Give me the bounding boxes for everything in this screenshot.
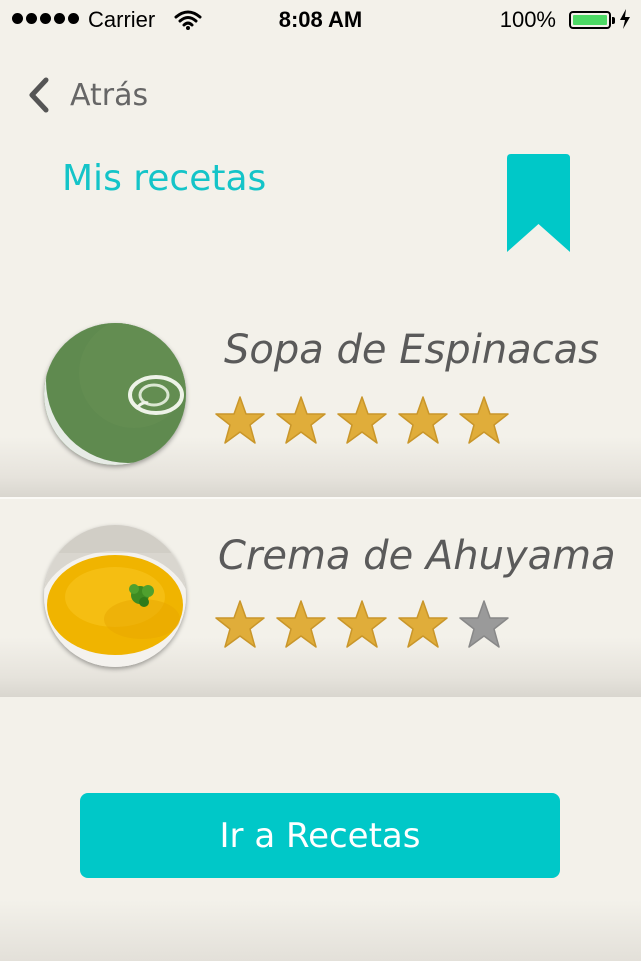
- chevron-left-icon: [29, 77, 49, 113]
- back-label: Atrás: [70, 77, 149, 113]
- go-to-recipes-button[interactable]: Ir a Recetas: [80, 793, 560, 878]
- pumpkin-cream-photo: [44, 525, 186, 667]
- recipe-item[interactable]: Sopa de Espinacas: [0, 297, 641, 497]
- battery-icon: [569, 11, 615, 29]
- page-title: Mis recetas: [62, 158, 267, 199]
- status-bar: Carrier 8:08 AM 100%: [0, 0, 641, 40]
- star-filled-icon[interactable]: [275, 599, 327, 651]
- recipe-item[interactable]: Crema de Ahuyama: [0, 497, 641, 697]
- star-filled-icon[interactable]: [214, 395, 266, 447]
- bookmark-icon[interactable]: [507, 154, 570, 252]
- charging-bolt-icon: [620, 9, 630, 29]
- star-filled-icon[interactable]: [275, 395, 327, 447]
- recipe-name: Crema de Ahuyama: [218, 533, 616, 579]
- star-filled-icon[interactable]: [214, 599, 266, 651]
- bottom-shade: [0, 900, 641, 961]
- spinach-soup-photo: [44, 323, 186, 465]
- back-button[interactable]: Atrás: [26, 70, 148, 120]
- star-filled-icon[interactable]: [336, 599, 388, 651]
- star-filled-icon[interactable]: [458, 395, 510, 447]
- star-rating[interactable]: [214, 395, 510, 447]
- star-filled-icon[interactable]: [336, 395, 388, 447]
- recipe-name: Sopa de Espinacas: [224, 327, 600, 373]
- battery-percent: 100%: [499, 7, 556, 32]
- star-empty-icon[interactable]: [458, 599, 510, 651]
- star-filled-icon[interactable]: [397, 395, 449, 447]
- star-rating[interactable]: [214, 599, 510, 651]
- star-filled-icon[interactable]: [397, 599, 449, 651]
